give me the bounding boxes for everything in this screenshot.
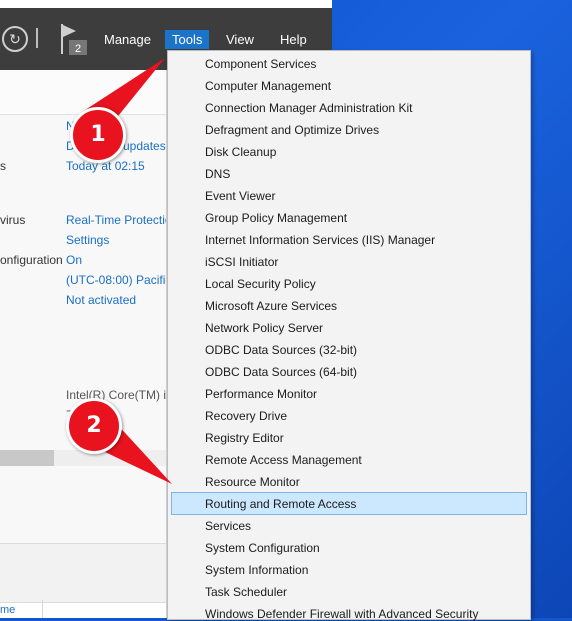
annotation-arrows bbox=[80, 58, 172, 484]
step-1-badge: 1 bbox=[70, 107, 126, 163]
step-2-badge: 2 bbox=[66, 398, 122, 454]
